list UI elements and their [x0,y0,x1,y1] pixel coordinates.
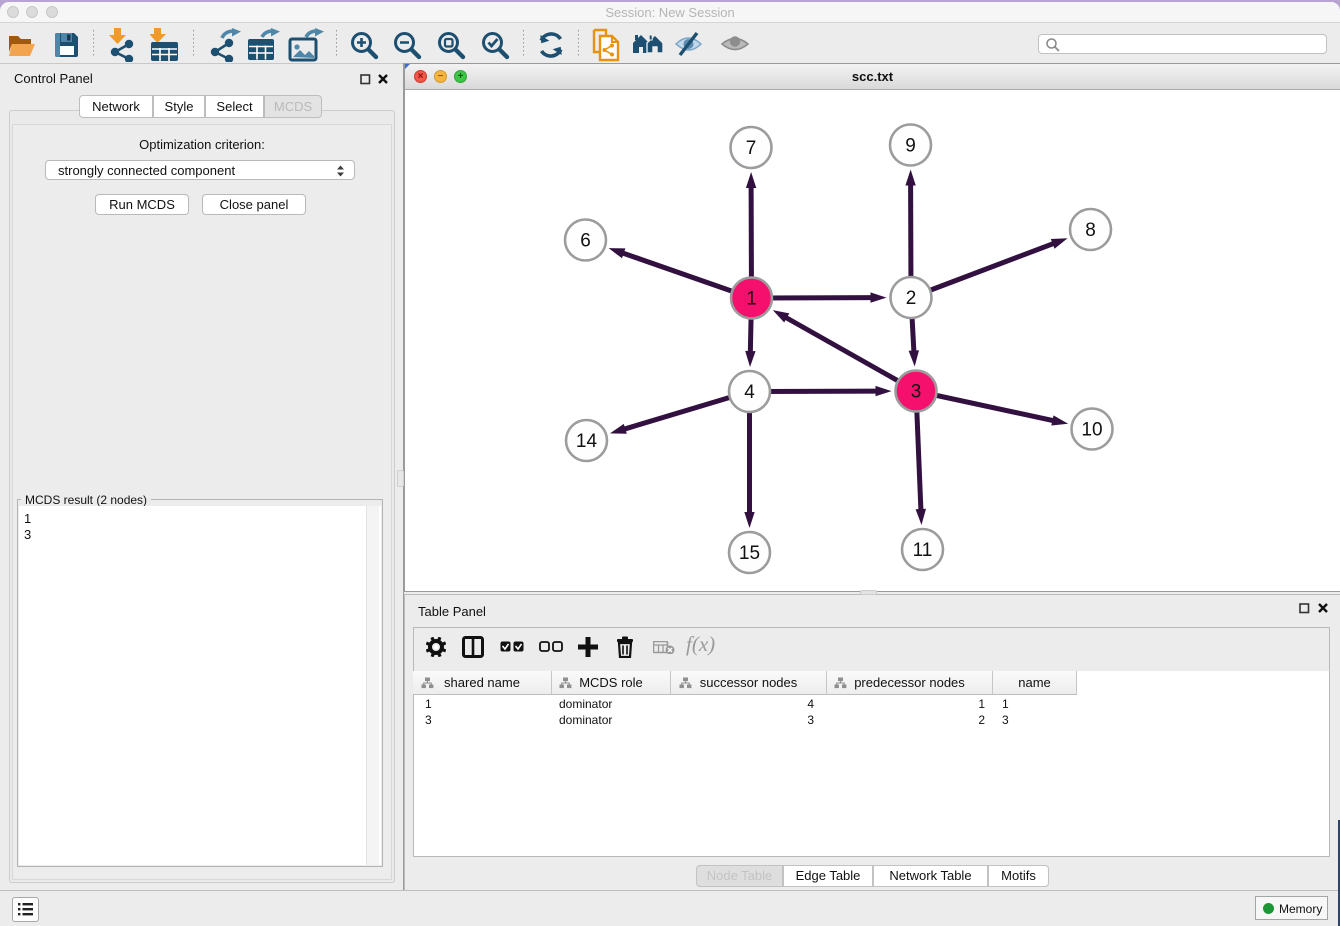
svg-text:2: 2 [906,288,917,309]
svg-text:9: 9 [905,136,916,157]
svg-text:3: 3 [911,382,922,403]
svg-text:14: 14 [576,431,598,452]
svg-text:11: 11 [913,540,933,561]
svg-text:4: 4 [744,382,755,403]
svg-text:7: 7 [746,138,757,159]
svg-text:1: 1 [746,289,757,310]
svg-text:8: 8 [1085,220,1096,241]
svg-text:15: 15 [739,543,760,564]
svg-text:6: 6 [580,231,591,252]
svg-text:10: 10 [1081,420,1102,441]
